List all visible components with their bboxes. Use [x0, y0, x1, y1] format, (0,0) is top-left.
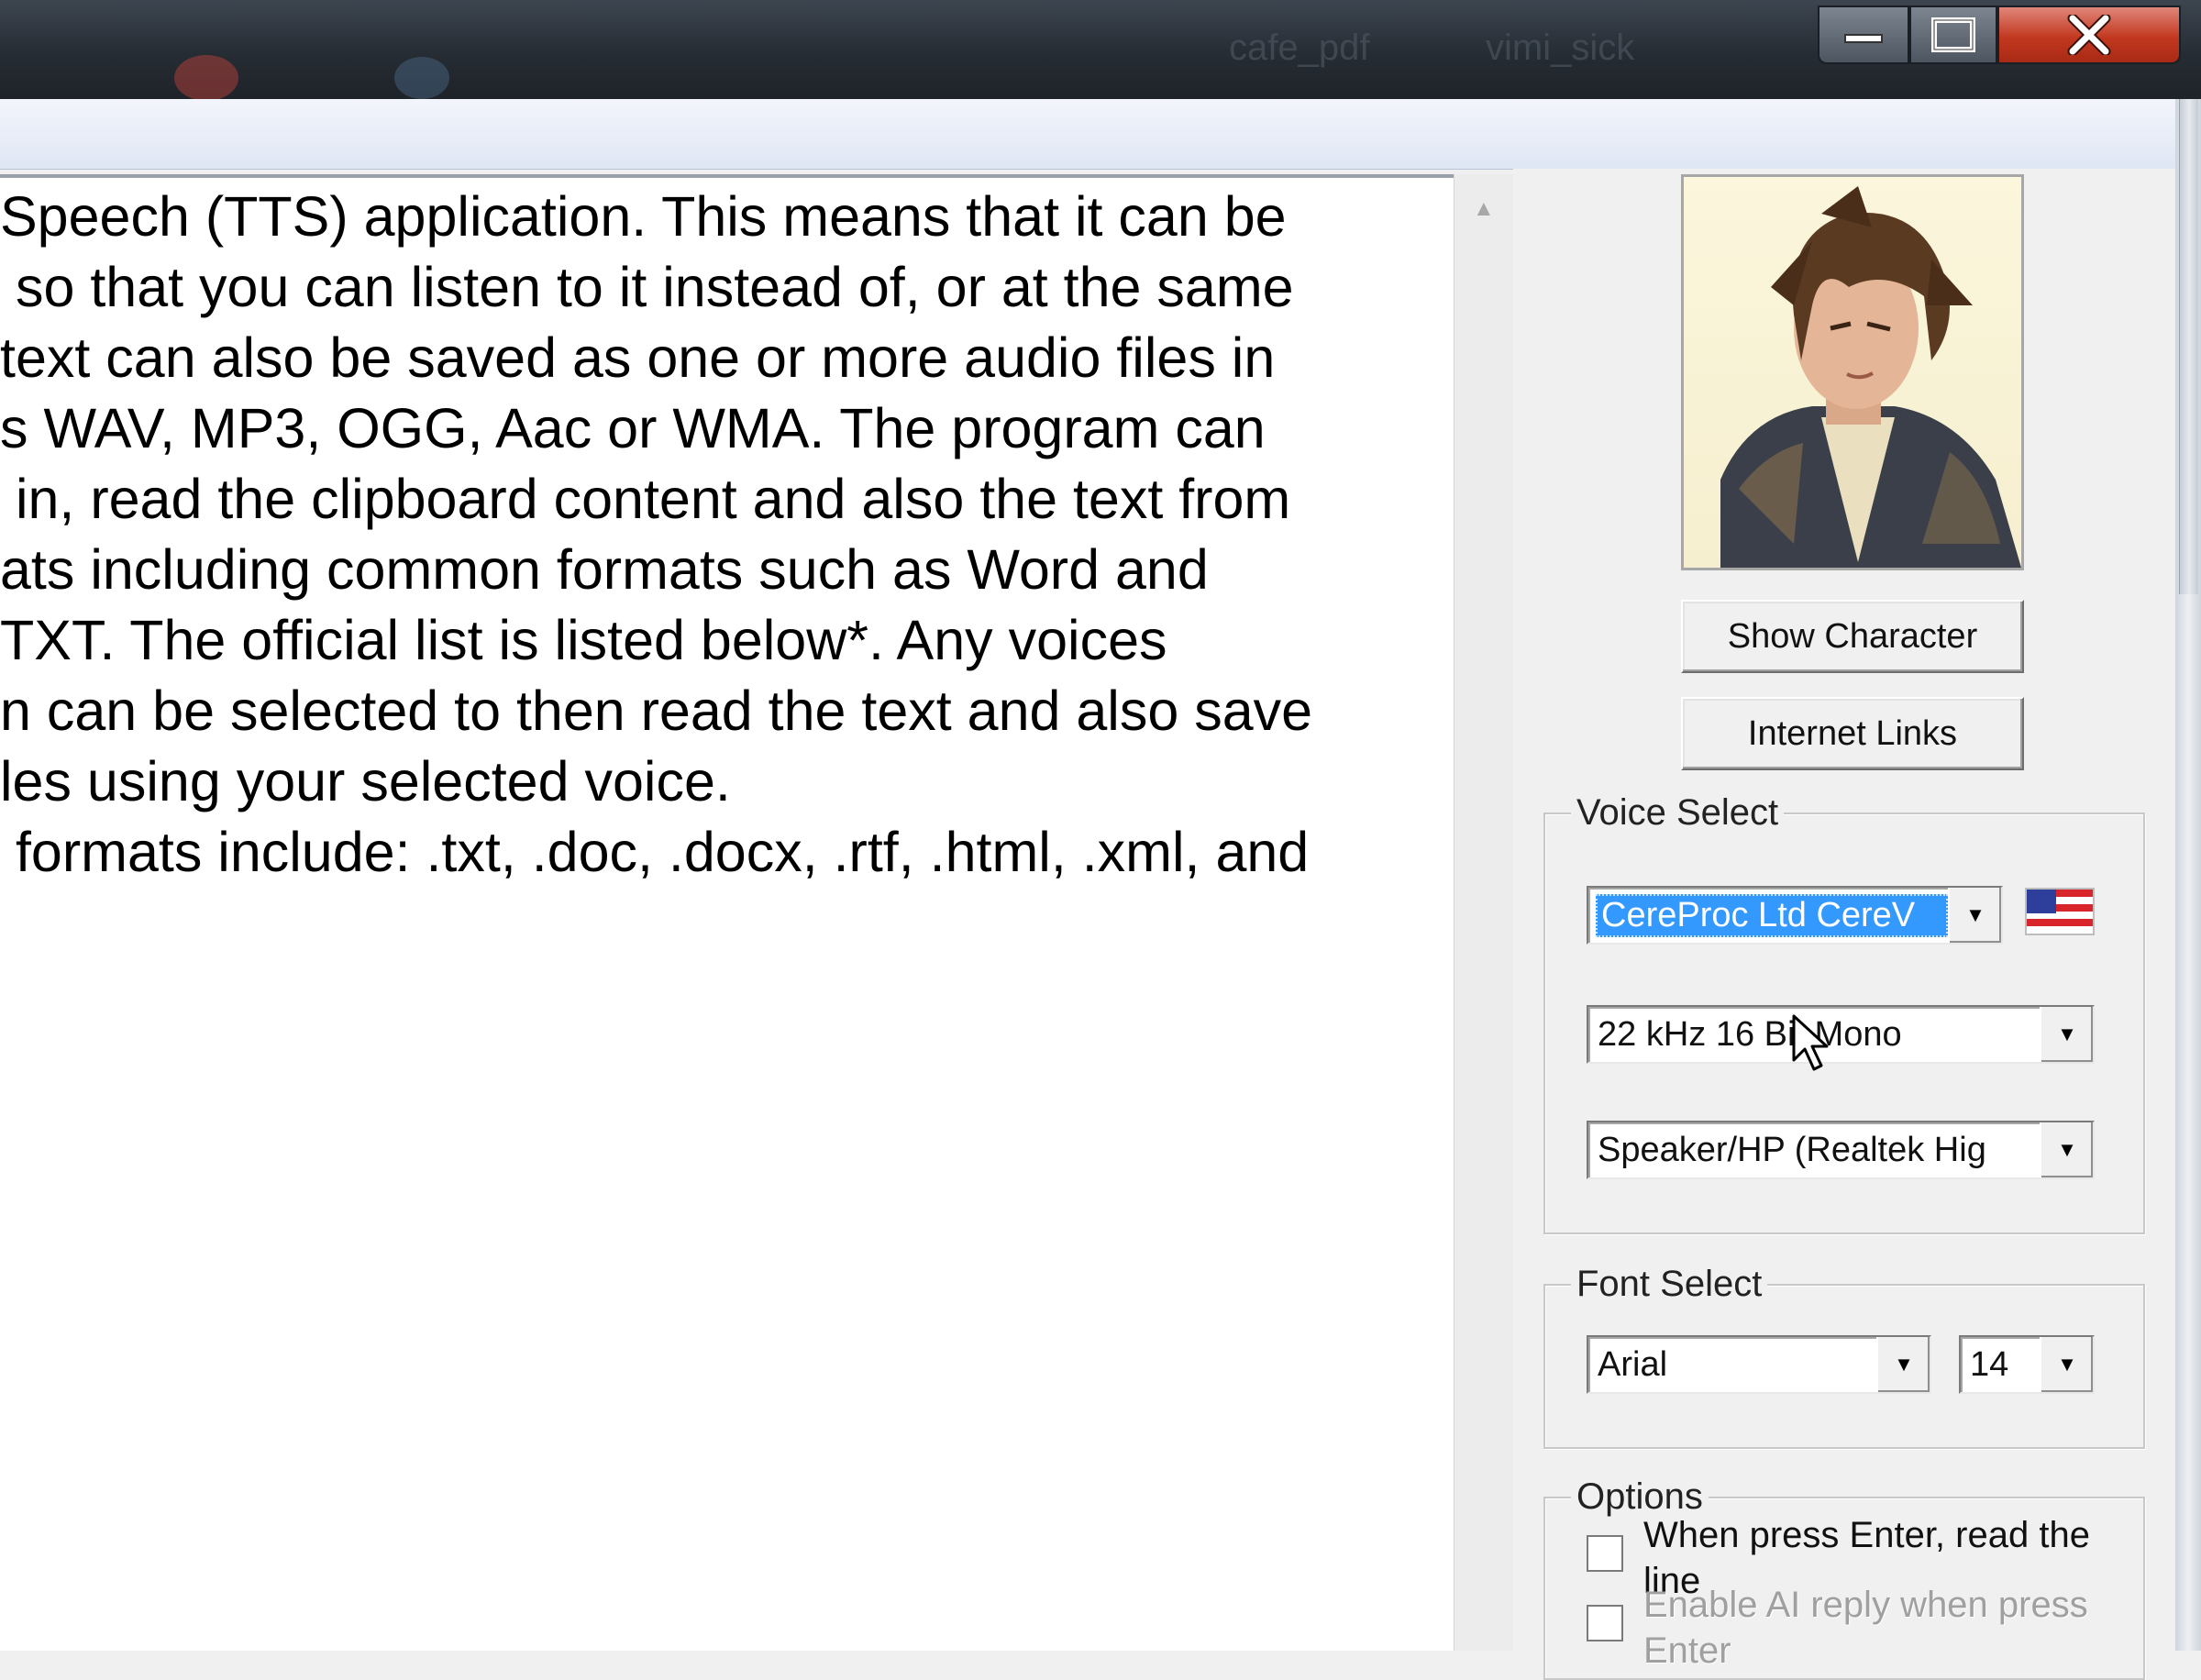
text-editor[interactable]: Speech (TTS) application. This means tha…	[0, 174, 1513, 1651]
show-character-button[interactable]: Show Character	[1681, 600, 2024, 673]
font-dropdown[interactable]: Arial ▼	[1587, 1335, 1931, 1394]
close-button[interactable]	[1997, 6, 2181, 64]
ai-reply-label: Enable AI reply when press	[1643, 1585, 2088, 1625]
font-size-dropdown[interactable]: 14 ▼	[1959, 1335, 2095, 1394]
taskbar-icon	[394, 57, 449, 99]
chevron-down-icon[interactable]: ▼	[2040, 1122, 2093, 1177]
output-device-value: Speaker/HP (Realtek Hig	[1598, 1130, 1986, 1169]
editor-line: TXT. The official list is listed below*.…	[0, 609, 1167, 671]
voice-select-legend: Voice Select	[1571, 790, 1785, 834]
character-avatar	[1681, 174, 2024, 570]
outer-scrollbar-thumb[interactable]	[2179, 99, 2198, 594]
editor-line: s WAV, MP3, OGG, Aac or WMA. The program…	[0, 397, 1266, 459]
editor-line: les using your selected voice.	[0, 750, 731, 812]
editor-line: Speech (TTS) application. This means tha…	[0, 185, 1287, 248]
editor-line: n can be selected to then read the text …	[0, 680, 1313, 742]
output-device-dropdown[interactable]: Speaker/HP (Realtek Hig ▼	[1587, 1121, 2095, 1179]
font-select-legend: Font Select	[1571, 1262, 1768, 1306]
scroll-up-icon[interactable]: ▲	[1473, 196, 1495, 222]
minimize-icon	[1844, 34, 1883, 43]
character-portrait-icon	[1720, 186, 2021, 568]
menu-bar	[0, 99, 2175, 170]
internet-links-button[interactable]: Internet Links	[1681, 697, 2024, 770]
editor-line: formats include: .txt, .doc, .docx, .rtf…	[0, 821, 1310, 883]
ai-reply-checkbox[interactable]	[1587, 1605, 1623, 1641]
close-icon	[2067, 15, 2111, 55]
taskbar-item: vimi_sick	[1486, 28, 1635, 68]
font-value: Arial	[1598, 1344, 1668, 1384]
voice-dropdown-value: CereProc Ltd CereV	[1596, 893, 1948, 937]
taskbar-item: cafe_pdf	[1229, 28, 1370, 68]
maximize-button[interactable]	[1909, 6, 1997, 64]
read-line-on-enter-label: When press Enter, read the	[1643, 1515, 2090, 1555]
mouse-pointer-icon	[1792, 1014, 1829, 1071]
editor-line: text can also be saved as one or more au…	[0, 326, 1276, 389]
editor-line: so that you can listen to it instead of,…	[0, 256, 1294, 318]
chevron-down-icon[interactable]: ▼	[1876, 1337, 1930, 1392]
chevron-down-icon[interactable]: ▼	[2040, 1337, 2093, 1392]
options-legend: Options	[1571, 1475, 1709, 1519]
maximize-icon	[1931, 17, 1975, 52]
taskbar-icon	[174, 55, 238, 101]
read-line-on-enter-checkbox[interactable]	[1587, 1535, 1623, 1572]
font-size-value: 14	[1970, 1344, 2009, 1384]
minimize-button[interactable]	[1818, 6, 1909, 64]
title-bar: cafe_pdf vimi_sick	[0, 0, 2201, 101]
editor-line: in, read the clipboard content and also …	[0, 468, 1291, 530]
window-frame-right	[2175, 99, 2201, 1651]
editor-border	[0, 174, 1513, 178]
chevron-down-icon[interactable]: ▼	[1948, 888, 2001, 943]
editor-scrollbar[interactable]: ▲	[1454, 174, 1514, 1651]
ai-reply-label-cont: Enter	[1643, 1630, 1731, 1671]
audio-format-dropdown[interactable]: 22 kHz 16 Bit Mono ▼	[1587, 1005, 2095, 1064]
us-flag-icon	[2025, 888, 2095, 935]
chevron-down-icon[interactable]: ▼	[2040, 1007, 2093, 1062]
voice-dropdown[interactable]: CereProc Ltd CereV ▼	[1587, 886, 2003, 945]
editor-line: ats including common formats such as Wor…	[0, 538, 1209, 601]
